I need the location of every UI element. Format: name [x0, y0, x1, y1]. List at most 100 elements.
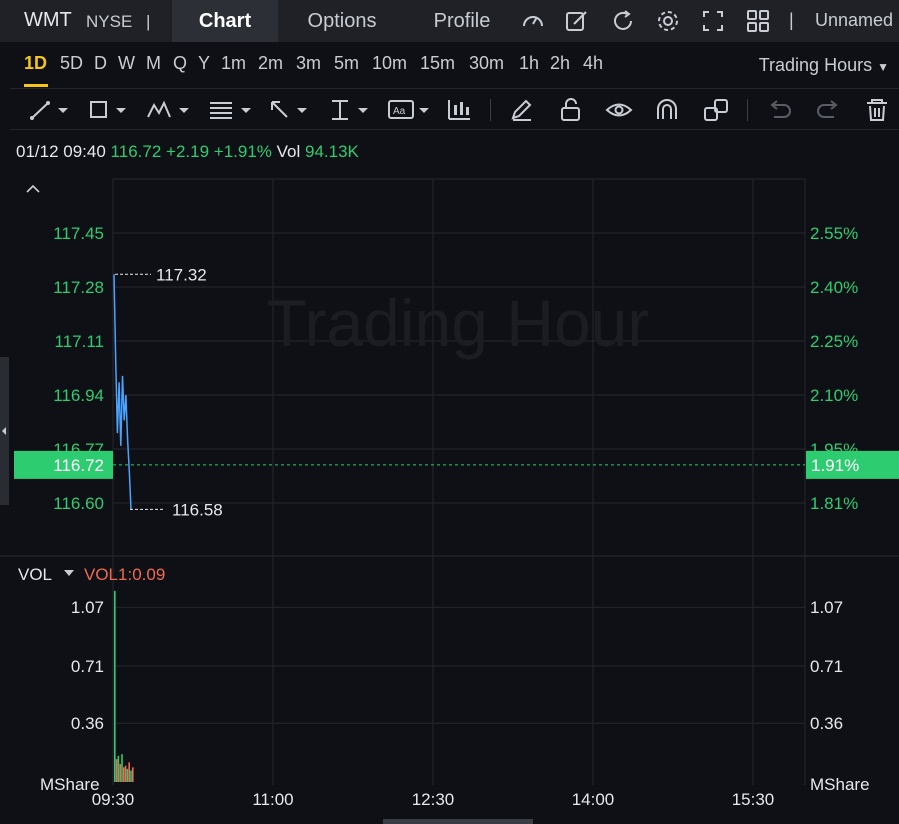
- header-bar: WMT NYSE | Chart Options Profile | Unnam…: [0, 0, 899, 42]
- visibility-tool-icon[interactable]: [605, 97, 633, 123]
- volume-bar: [123, 767, 125, 782]
- volume-tick-label: 1.07: [71, 598, 104, 617]
- link-tool-icon[interactable]: [702, 97, 730, 123]
- timeframe-y[interactable]: Y: [198, 53, 210, 74]
- tab-profile[interactable]: Profile: [414, 0, 510, 42]
- watermark: Trading Hour: [267, 286, 650, 360]
- price-tick-label: 116.94: [53, 386, 104, 405]
- price-tick-label: 117.45: [53, 224, 104, 243]
- fullscreen-icon[interactable]: [700, 8, 726, 34]
- price-tick-label: 117.28: [53, 278, 104, 297]
- redo-tool-icon[interactable]: [814, 97, 842, 123]
- session-select-label: Trading Hours: [758, 55, 873, 75]
- tab-options[interactable]: Options: [286, 0, 398, 42]
- time-tick-label: 15:30: [732, 790, 775, 809]
- session-select[interactable]: Trading Hours ▼: [759, 55, 889, 76]
- percent-tick-label: 1.81%: [810, 494, 858, 513]
- measure-tool-icon[interactable]: [328, 97, 374, 123]
- timeframe-m[interactable]: M: [146, 53, 161, 74]
- fib-tool-icon[interactable]: [207, 97, 257, 123]
- speedometer-icon[interactable]: [520, 8, 546, 34]
- timeframe-10m[interactable]: 10m: [372, 53, 407, 74]
- undo-tool-icon[interactable]: [766, 97, 794, 123]
- time-axis: 09:30 11:00 12:30 14:00 15:30: [92, 790, 775, 809]
- volume-bars: [114, 590, 134, 782]
- pencil-tool-icon[interactable]: [508, 97, 536, 123]
- time-tick-label: 14:00: [572, 790, 615, 809]
- timeframe-1d[interactable]: 1D: [24, 53, 47, 74]
- collapse-toggle[interactable]: [26, 184, 40, 193]
- timeframe-3m[interactable]: 3m: [296, 53, 321, 74]
- exchange-label: NYSE: [86, 12, 133, 31]
- percent-tick-label: 2.25%: [810, 332, 858, 351]
- layout-name[interactable]: Unnamed: [815, 10, 899, 31]
- timeframe-w[interactable]: W: [118, 53, 135, 74]
- volume-bar: [126, 768, 129, 782]
- delete-tool-icon[interactable]: [863, 97, 891, 123]
- quote-vol-value: 94.13K: [305, 142, 359, 161]
- volume-tick-label: 1.07: [810, 598, 843, 617]
- volume-bar: [121, 754, 123, 782]
- quote-price: 116.72: [110, 142, 162, 161]
- time-tick-label: 11:00: [252, 790, 293, 809]
- grid-layout-icon[interactable]: [745, 8, 771, 34]
- volume-bar: [128, 762, 130, 782]
- percent-tick-label: 2.10%: [810, 386, 858, 405]
- magnet-tool-icon[interactable]: [653, 97, 681, 123]
- caret-down-icon[interactable]: [64, 570, 74, 576]
- drawing-toolbar: Aa: [10, 88, 899, 130]
- timeframe-4h[interactable]: 4h: [583, 53, 603, 74]
- timeframe-d[interactable]: D: [94, 53, 107, 74]
- volume-bar: [124, 765, 127, 782]
- bottom-panel-handle[interactable]: [383, 819, 533, 824]
- timeframe-5m[interactable]: 5m: [334, 53, 359, 74]
- price-line: [113, 274, 132, 510]
- high-low-markers: 117.32 116.58: [115, 265, 223, 519]
- indicator-tool-icon[interactable]: [445, 97, 473, 123]
- edit-icon[interactable]: [564, 8, 590, 34]
- trend-line-tool-icon[interactable]: [28, 97, 74, 123]
- percent-tick-label: 2.55%: [810, 224, 858, 243]
- high-marker-label: 117.32: [156, 265, 207, 284]
- arrow-tool-icon[interactable]: [267, 97, 313, 123]
- quote-vol-label: Vol: [276, 142, 301, 161]
- timeframe-1m[interactable]: 1m: [221, 53, 246, 74]
- chart-grid: [112, 178, 806, 785]
- chevron-up-icon[interactable]: [26, 184, 40, 193]
- volume-bar: [119, 764, 121, 782]
- timeframe-bar: 1D 5D D W M Q Y 1m 2m 3m 5m 10m 15m 30m …: [0, 42, 899, 88]
- timeframe-2h[interactable]: 2h: [550, 53, 570, 74]
- quote-change: +2.19: [166, 142, 210, 161]
- timeframe-q[interactable]: Q: [173, 53, 187, 74]
- rectangle-tool-icon[interactable]: [86, 97, 132, 123]
- timeframe-1h[interactable]: 1h: [519, 53, 539, 74]
- volume-indicator-label: VOL: [18, 565, 52, 584]
- pattern-tool-icon[interactable]: [145, 97, 195, 123]
- active-timeframe-indicator: [24, 84, 48, 87]
- settings-icon[interactable]: [655, 8, 681, 34]
- refresh-icon[interactable]: [610, 8, 636, 34]
- text-tool-icon[interactable]: Aa: [387, 97, 435, 123]
- volume-tick-label: 0.36: [71, 714, 104, 733]
- volume-axis: 1.07 1.07 0.71 0.71 0.36 0.36 MShare MShare: [40, 598, 870, 794]
- timeframe-15m[interactable]: 15m: [420, 53, 455, 74]
- timeframe-2m[interactable]: 2m: [258, 53, 283, 74]
- volume-indicator-header[interactable]: VOL VOL1:0.09: [18, 565, 165, 584]
- header-divider-2: |: [789, 10, 794, 30]
- toolbar-divider-2: [747, 99, 748, 121]
- volume-bar: [115, 759, 118, 782]
- volume-unit-label: MShare: [40, 775, 100, 794]
- svg-text:Aa: Aa: [393, 106, 406, 117]
- volume-bar: [114, 590, 116, 782]
- volume-bar: [130, 770, 132, 782]
- chevron-down-icon: ▼: [877, 60, 889, 74]
- timeframe-30m[interactable]: 30m: [469, 53, 504, 74]
- quote-datetime: 01/12 09:40: [16, 142, 106, 161]
- lock-tool-icon[interactable]: [557, 97, 585, 123]
- volume-tick-label: 0.36: [810, 714, 843, 733]
- timeframe-5d[interactable]: 5D: [60, 53, 83, 74]
- tab-chart[interactable]: Chart: [172, 0, 278, 42]
- left-panel-handle[interactable]: [0, 357, 9, 505]
- header-divider: |: [146, 12, 151, 31]
- price-chart[interactable]: Trading Hour 117.45 117.28 117.11 116.94 116…: [0, 168, 899, 819]
